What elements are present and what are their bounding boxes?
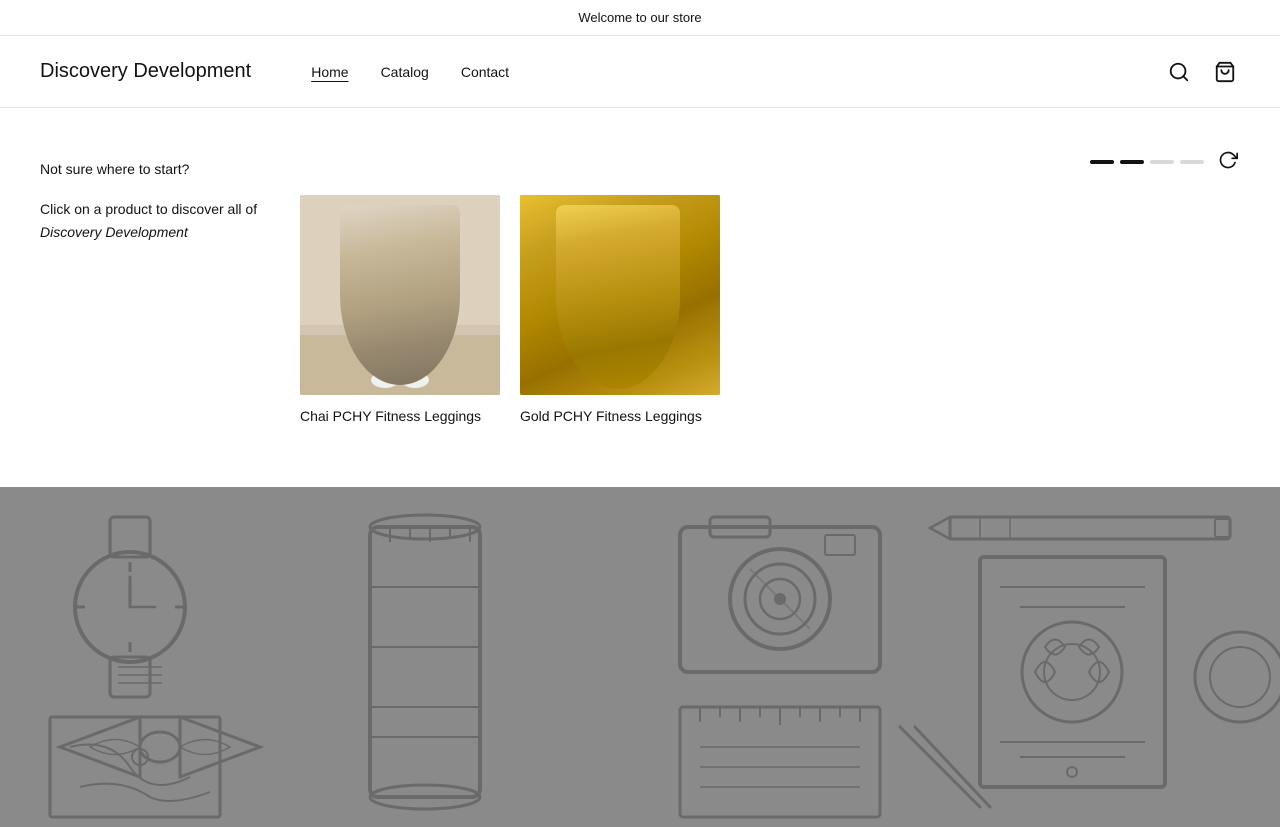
sidebar-brand: Discovery Development <box>40 224 188 240</box>
search-icon <box>1168 61 1190 83</box>
product-card-gold[interactable]: Gold PCHY Fitness Leggings <box>520 195 720 427</box>
refresh-icon <box>1218 150 1238 170</box>
search-button[interactable] <box>1164 57 1194 87</box>
cart-button[interactable] <box>1210 57 1240 87</box>
header: Discovery Development Home Catalog Conta… <box>0 36 1280 108</box>
chai-svg <box>300 195 500 395</box>
chai-image-placeholder <box>300 195 500 395</box>
gold-svg <box>520 195 720 395</box>
pagination-dots <box>1090 160 1204 164</box>
product-name-chai: Chai PCHY Fitness Leggings <box>300 407 500 427</box>
bottom-banner <box>0 487 1280 827</box>
gold-image-placeholder <box>520 195 720 395</box>
sidebar: Not sure where to start? Click on a prod… <box>40 148 260 427</box>
product-image-chai <box>300 195 500 395</box>
products-grid: Chai PCHY Fitness Leggings <box>300 195 1240 427</box>
sidebar-desc-text: Click on a product to discover all of <box>40 201 257 217</box>
dot-4 <box>1180 160 1204 164</box>
product-card-chai[interactable]: Chai PCHY Fitness Leggings <box>300 195 500 427</box>
products-header <box>300 148 1240 175</box>
dot-3 <box>1150 160 1174 164</box>
announcement-bar: Welcome to our store <box>0 0 1280 36</box>
header-icons <box>1164 57 1240 87</box>
main-content: Not sure where to start? Click on a prod… <box>0 108 1280 487</box>
announcement-text: Welcome to our store <box>578 10 701 25</box>
product-name-gold: Gold PCHY Fitness Leggings <box>520 407 720 427</box>
cart-icon <box>1214 61 1236 83</box>
products-area: Chai PCHY Fitness Leggings <box>300 148 1240 427</box>
banner-illustration <box>0 487 1280 827</box>
nav-catalog[interactable]: Catalog <box>381 64 429 80</box>
sidebar-question: Not sure where to start? <box>40 158 260 180</box>
nav-contact[interactable]: Contact <box>461 64 509 80</box>
site-logo[interactable]: Discovery Development <box>40 60 251 83</box>
sidebar-description: Click on a product to discover all of Di… <box>40 198 260 243</box>
dot-2 <box>1120 160 1144 164</box>
main-nav: Home Catalog Contact <box>311 64 1164 80</box>
nav-home[interactable]: Home <box>311 64 348 80</box>
product-image-gold <box>520 195 720 395</box>
dot-1 <box>1090 160 1114 164</box>
product-section: Not sure where to start? Click on a prod… <box>40 148 1240 427</box>
refresh-button[interactable] <box>1216 148 1240 175</box>
